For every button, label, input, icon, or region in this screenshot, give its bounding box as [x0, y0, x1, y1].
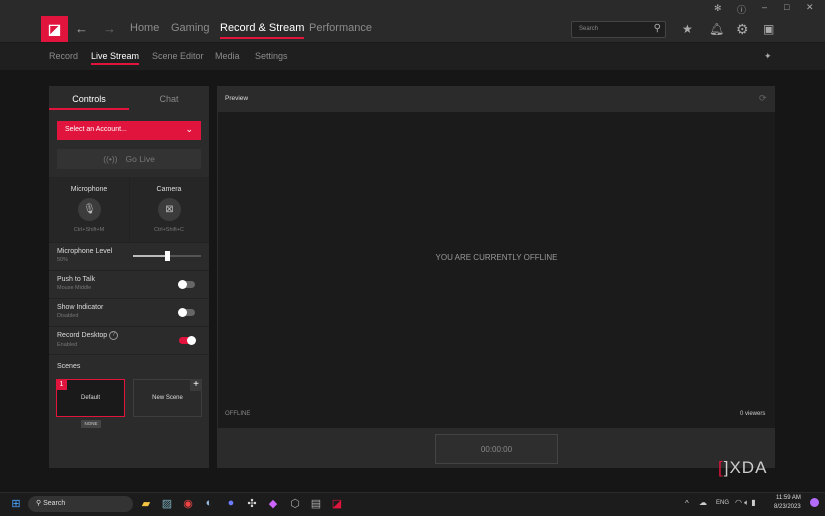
microphone-shortcut: Ctrl+Shift+M [73, 227, 105, 233]
record-desktop-label: Record Desktop [57, 332, 108, 339]
push-to-talk-toggle[interactable] [178, 280, 195, 289]
discord-icon[interactable]: ● [224, 497, 238, 509]
slack-icon[interactable]: ✣ [245, 497, 259, 510]
minimize-icon[interactable]: – [762, 2, 767, 12]
app-icon[interactable]: ▨ [160, 497, 174, 510]
scene-name: New Scene [152, 395, 183, 401]
tab-indicator [49, 108, 129, 110]
forward-arrow-icon[interactable]: → [103, 21, 116, 36]
scene-badge: NONE [81, 420, 101, 428]
windows-start-icon[interactable]: ⊞ [9, 497, 23, 510]
stream-timer: 00:00:00 [435, 434, 558, 464]
stream-status: OFFLINE [225, 411, 251, 417]
taskbar-date[interactable]: 8/23/2023 [774, 504, 801, 510]
taskbar-search-label: Search [43, 500, 66, 507]
back-arrow-icon[interactable]: ← [75, 21, 88, 36]
search-placeholder: Search [579, 26, 599, 32]
nav-home[interactable]: Home [130, 22, 159, 34]
add-scene-icon[interactable]: + [190, 379, 202, 391]
bell-icon[interactable]: 🔔︎ [709, 22, 724, 36]
camera-label: Camera [156, 186, 182, 193]
tab-media[interactable]: Media [215, 51, 240, 61]
file-explorer-icon[interactable]: ▰ [139, 497, 153, 510]
taskbar-time[interactable]: 11:59 AM [776, 495, 801, 501]
mic-level-slider[interactable] [133, 251, 201, 261]
record-desktop-sub: Enabled [57, 342, 78, 348]
sidebar-toggle-icon[interactable]: ▣ [763, 22, 774, 36]
camera-shortcut: Ctrl+Shift+C [154, 227, 184, 233]
camera-off-icon: ⊠ [165, 204, 174, 215]
app-drop-icon[interactable]: ◆ [266, 497, 280, 510]
refresh-icon[interactable]: ⟳ [759, 93, 767, 104]
star-icon[interactable]: ★ [682, 22, 693, 36]
bug-icon[interactable]: ✻ [714, 3, 722, 14]
xda-watermark: []XDA [718, 458, 768, 477]
search-icon: ⚲ [653, 23, 661, 34]
go-live-button[interactable]: ((•)) Go Live [57, 149, 201, 169]
mic-level-label: Microphone Level [57, 248, 113, 255]
close-icon[interactable]: ✕ [806, 2, 814, 13]
offline-message: YOU ARE CURRENTLY OFFLINE [435, 253, 558, 262]
chevron-down-icon: ⌄ [185, 124, 193, 134]
steam-icon[interactable]: ◐ [202, 497, 216, 509]
preview-canvas [218, 112, 775, 428]
nav-gaming[interactable]: Gaming [171, 22, 210, 34]
taskbar-search[interactable]: ⚲ Search [28, 496, 133, 512]
tab-scene-editor[interactable]: Scene Editor [152, 51, 204, 61]
broadcast-icon: ((•)) [103, 154, 118, 164]
scene-name: Default [80, 395, 100, 401]
account-select[interactable]: Select an Account... ⌄ [57, 121, 201, 140]
tab-chat[interactable]: Chat [129, 94, 209, 104]
show-indicator-label: Show Indicator [57, 304, 104, 311]
language-indicator[interactable]: ENG [716, 500, 729, 506]
divider [49, 354, 209, 355]
tab-settings[interactable]: Settings [255, 51, 288, 61]
slider-fill [133, 255, 167, 257]
push-to-talk-sub: Mouse Middle [57, 285, 92, 291]
slider-thumb[interactable] [165, 251, 170, 261]
amd-software-icon[interactable]: ◪ [330, 497, 344, 510]
wifi-icon[interactable]: ◠ 🔈︎ ▮ [735, 498, 756, 508]
scene-number-badge: 1 [56, 379, 67, 390]
maximize-icon[interactable]: □ [784, 2, 789, 12]
cloud-icon[interactable]: ☁ [699, 498, 707, 507]
show-indicator-toggle[interactable] [178, 308, 195, 317]
notification-badge[interactable] [810, 498, 819, 507]
go-live-label: Go Live [125, 154, 155, 164]
app-icon[interactable]: ⬡ [288, 497, 302, 510]
microphone-label: Microphone [70, 186, 108, 193]
help-icon[interactable]: ⓘ [737, 3, 746, 16]
scenes-label: Scenes [57, 363, 81, 370]
show-indicator-sub: Disabled [57, 313, 79, 319]
tray-chevron-icon[interactable]: ^ [685, 499, 689, 508]
preview-title: Preview [225, 95, 249, 102]
help-icon[interactable]: ? [109, 331, 118, 340]
nav-performance[interactable]: Performance [309, 22, 372, 34]
timer-value: 00:00:00 [480, 444, 513, 454]
record-desktop-toggle[interactable] [179, 336, 196, 345]
mic-level-value: 50% [57, 257, 69, 263]
tab-record[interactable]: Record [49, 51, 78, 61]
title-bar [0, 0, 825, 16]
app-icon[interactable]: ▤ [309, 497, 323, 510]
account-select-label: Select an Account... [65, 126, 127, 133]
viewer-count: 0 viewers [740, 411, 766, 417]
nav-record-stream[interactable]: Record & Stream [220, 22, 305, 39]
gear-icon[interactable]: ⚙ [736, 21, 749, 38]
top-nav [0, 16, 825, 43]
camera-toggle-button[interactable]: ⊠ [158, 198, 181, 221]
amd-logo[interactable]: ◪ [41, 16, 68, 42]
search-input[interactable]: Search ⚲ [571, 21, 666, 38]
chrome-icon[interactable]: ◉ [181, 497, 195, 510]
push-to-talk-label: Push to Talk [57, 276, 96, 283]
magic-wand-icon[interactable]: ✦ [764, 51, 772, 62]
microphone-off-icon: 🎙︎ [83, 204, 96, 215]
tab-controls[interactable]: Controls [49, 94, 129, 104]
microphone-mute-button[interactable]: 🎙︎ [78, 198, 101, 221]
tab-live-stream[interactable]: Live Stream [91, 51, 140, 65]
